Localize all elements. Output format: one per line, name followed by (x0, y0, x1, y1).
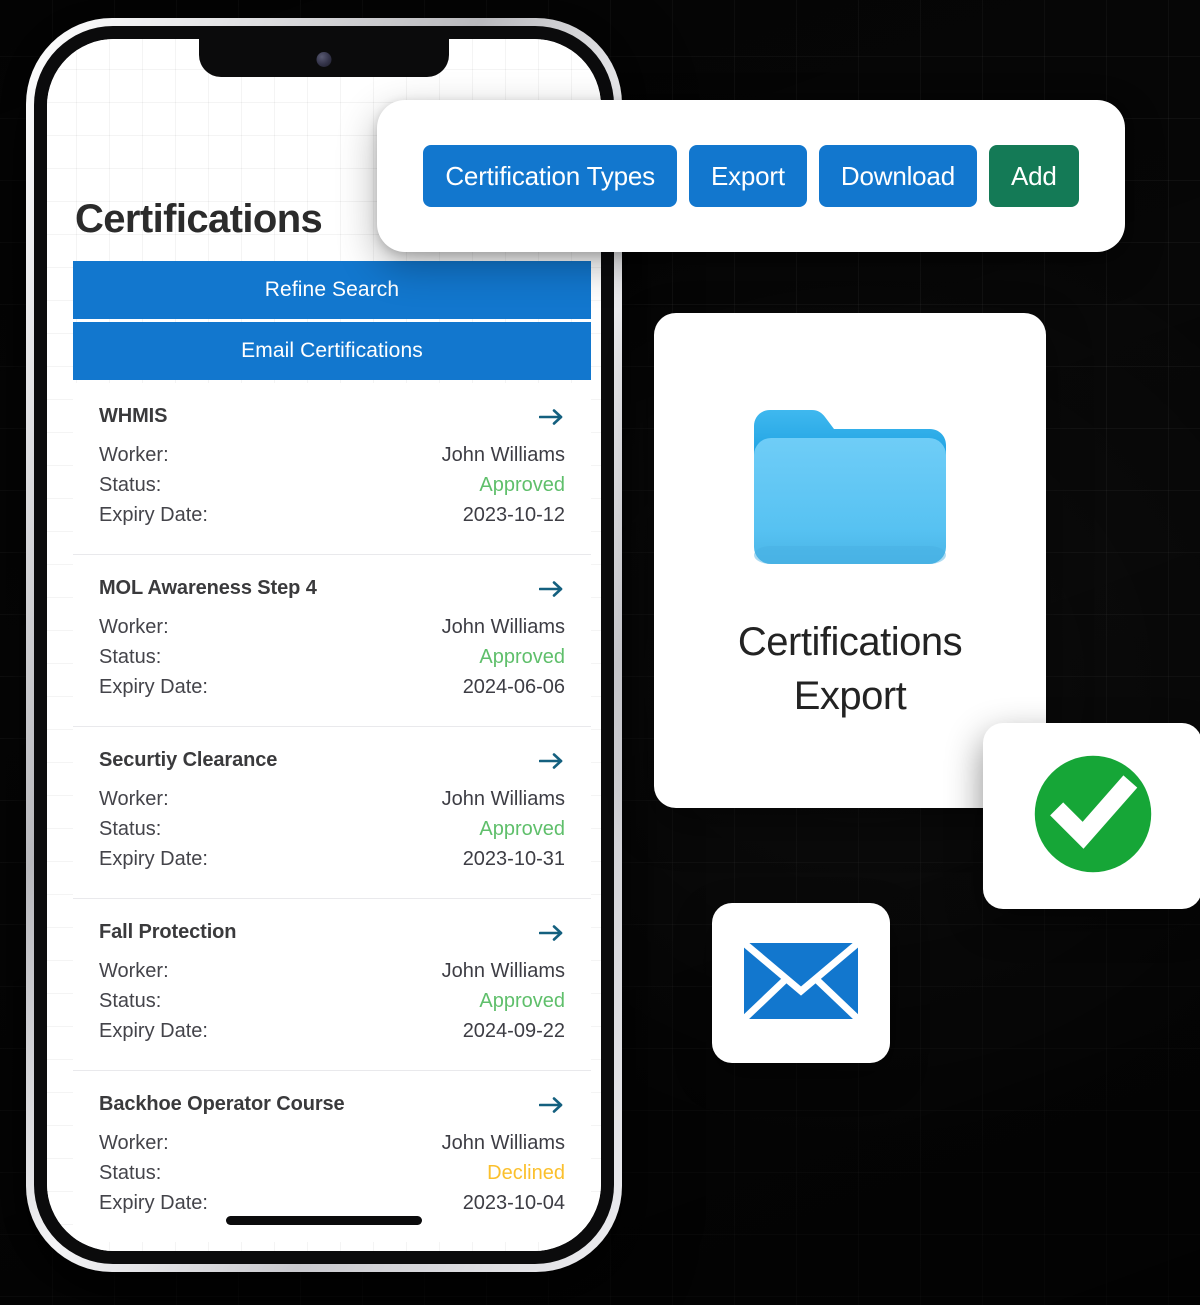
action-toolbar-card: Certification Types Export Download Add (377, 100, 1125, 252)
certification-header: Fall Protection (99, 921, 565, 944)
certification-worker-line: Worker: John Williams (99, 612, 565, 642)
status-badge: Approved (479, 646, 565, 668)
toolbar-button-add[interactable]: Add (988, 145, 1079, 207)
status-badge: Approved (479, 990, 565, 1012)
certification-name: Securtiy Clearance (99, 749, 278, 771)
certification-row[interactable]: WHMIS Worker: John Williams Status: Approved… (73, 383, 591, 555)
success-check-card (983, 723, 1200, 909)
status-label: Status: (99, 818, 162, 840)
email-card (712, 903, 890, 1063)
expiry-label: Expiry Date: (99, 848, 208, 870)
expiry-label: Expiry Date: (99, 504, 208, 526)
status-label: Status: (99, 1162, 162, 1184)
folder-icon (750, 404, 950, 577)
worker-label: Worker: (99, 960, 169, 982)
certifications-list: WHMIS Worker: John Williams Status: Approved… (73, 383, 591, 1242)
toolbar-button-certification-types[interactable]: Certification Types (423, 145, 677, 207)
certification-expiry-line: Expiry Date: 2024-09-22 (99, 1016, 565, 1046)
certification-row[interactable]: Fall Protection Worker: John Williams Statu… (73, 899, 591, 1071)
certification-row[interactable]: Securtiy Clearance Worker: John Williams St… (73, 727, 591, 899)
arrow-right-icon[interactable] (539, 1095, 565, 1115)
toolbar-button-export[interactable]: Export (688, 145, 807, 207)
page-title: Certifications (75, 197, 323, 241)
certification-row[interactable]: MOL Awareness Step 4 Worker: John Williams… (73, 555, 591, 727)
certification-name: WHMIS (99, 405, 168, 427)
worker-label: Worker: (99, 444, 169, 466)
certification-worker-line: Worker: John Williams (99, 784, 565, 814)
expiry-label: Expiry Date: (99, 1192, 208, 1214)
toolbar-button-download[interactable]: Download (818, 145, 977, 207)
certification-expiry-line: Expiry Date: 2023-10-31 (99, 844, 565, 874)
worker-label: Worker: (99, 788, 169, 810)
certification-status-line: Status: Approved (99, 642, 565, 672)
certification-worker-line: Worker: John Williams (99, 440, 565, 470)
certification-status-line: Status: Declined (99, 1158, 565, 1188)
status-label: Status: (99, 474, 162, 496)
certification-name: MOL Awareness Step 4 (99, 577, 317, 599)
certification-worker-line: Worker: John Williams (99, 1128, 565, 1158)
certification-expiry-line: Expiry Date: 2023-10-12 (99, 500, 565, 530)
expiry-label: Expiry Date: (99, 1020, 208, 1042)
status-label: Status: (99, 990, 162, 1012)
expiry-value: 2023-10-12 (462, 504, 565, 526)
certification-status-line: Status: Approved (99, 986, 565, 1016)
certification-status-line: Status: Approved (99, 470, 565, 500)
certification-header: MOL Awareness Step 4 (99, 577, 565, 600)
envelope-icon (741, 939, 861, 1028)
certification-name: Fall Protection (99, 921, 237, 943)
certification-header: WHMIS (99, 405, 565, 428)
worker-value: John Williams (441, 788, 565, 810)
certification-expiry-line: Expiry Date: 2024-06-06 (99, 672, 565, 702)
expiry-value: 2023-10-31 (462, 848, 565, 870)
expiry-label: Expiry Date: (99, 676, 208, 698)
phone-notch (199, 39, 449, 77)
arrow-right-icon[interactable] (539, 579, 565, 599)
arrow-right-icon[interactable] (539, 407, 565, 427)
status-badge: Declined (487, 1162, 565, 1184)
worker-label: Worker: (99, 616, 169, 638)
expiry-value: 2024-06-06 (462, 676, 565, 698)
certification-header: Securtiy Clearance (99, 749, 565, 772)
worker-value: John Williams (441, 1132, 565, 1154)
worker-value: John Williams (441, 616, 565, 638)
email-certifications-button[interactable]: Email Certifications (73, 322, 591, 380)
home-indicator (226, 1216, 422, 1225)
worker-label: Worker: (99, 1132, 169, 1154)
status-badge: Approved (479, 818, 565, 840)
certification-expiry-line: Expiry Date: 2023-10-04 (99, 1188, 565, 1218)
check-circle-icon (1022, 743, 1164, 890)
certification-status-line: Status: Approved (99, 814, 565, 844)
certification-header: Backhoe Operator Course (99, 1093, 565, 1116)
certification-worker-line: Worker: John Williams (99, 956, 565, 986)
worker-value: John Williams (441, 444, 565, 466)
certification-name: Backhoe Operator Course (99, 1093, 345, 1115)
arrow-right-icon[interactable] (539, 923, 565, 943)
expiry-value: 2024-09-22 (462, 1020, 565, 1042)
status-label: Status: (99, 646, 162, 668)
status-badge: Approved (479, 474, 565, 496)
refine-search-button[interactable]: Refine Search (73, 261, 591, 319)
export-card-label: Certifications Export (737, 620, 963, 718)
arrow-right-icon[interactable] (539, 751, 565, 771)
expiry-value: 2023-10-04 (462, 1192, 565, 1214)
front-camera-icon (316, 52, 332, 67)
worker-value: John Williams (441, 960, 565, 982)
